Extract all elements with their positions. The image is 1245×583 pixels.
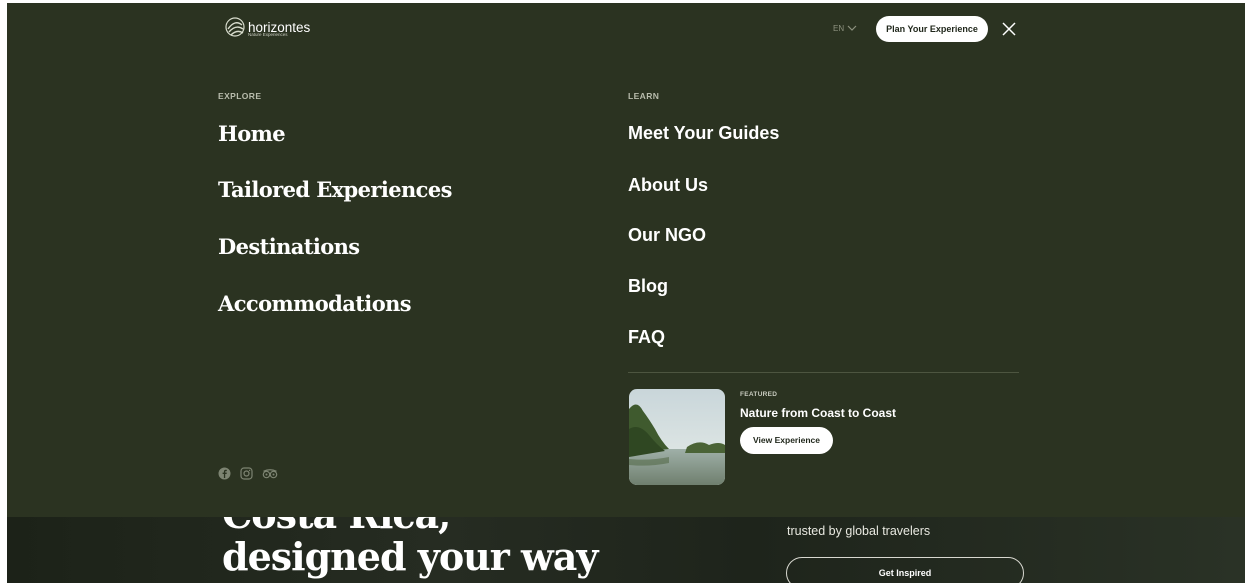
- plan-your-experience-button[interactable]: Plan Your Experience: [876, 16, 988, 42]
- close-icon[interactable]: [1002, 22, 1016, 36]
- explore-item-accommodations[interactable]: Accommodations: [218, 291, 412, 316]
- learn-item-our-ngo[interactable]: Our NGO: [628, 225, 706, 246]
- social-links: [218, 467, 278, 480]
- explore-heading: EXPLORE: [218, 91, 262, 101]
- logo[interactable]: horizontes Nature Experiences: [225, 17, 310, 37]
- logo-leaf-icon: [225, 17, 245, 37]
- learn-item-about-us[interactable]: About Us: [628, 175, 708, 196]
- get-inspired-button[interactable]: Get Inspired: [786, 557, 1024, 583]
- hero-subtitle: trusted by global travelers: [787, 524, 931, 538]
- featured-image[interactable]: [629, 389, 725, 485]
- nav-menu-overlay: horizontes Nature Experiences EN Plan Yo…: [7, 3, 1245, 517]
- view-experience-button[interactable]: View Experience: [740, 427, 833, 454]
- chevron-down-icon: [847, 25, 857, 31]
- logo-tagline: Nature Experiences: [248, 32, 288, 37]
- explore-item-destinations[interactable]: Destinations: [218, 234, 360, 259]
- facebook-icon[interactable]: [218, 467, 231, 480]
- learn-item-faq[interactable]: FAQ: [628, 327, 665, 348]
- explore-item-tailored-experiences[interactable]: Tailored Experiences: [218, 177, 452, 202]
- explore-item-home[interactable]: Home: [218, 121, 286, 146]
- learn-item-blog[interactable]: Blog: [628, 276, 668, 297]
- divider: [628, 372, 1019, 373]
- featured-title[interactable]: Nature from Coast to Coast: [740, 406, 896, 420]
- river-landscape-image: [629, 389, 725, 485]
- learn-heading: LEARN: [628, 91, 660, 101]
- language-selector[interactable]: EN: [833, 24, 857, 33]
- featured-label: FEATURED: [740, 391, 778, 398]
- language-label: EN: [833, 24, 845, 33]
- instagram-icon[interactable]: [240, 467, 253, 480]
- tripadvisor-icon[interactable]: [262, 467, 278, 480]
- learn-item-meet-your-guides[interactable]: Meet Your Guides: [628, 123, 779, 144]
- hero-title-line2: designed your way: [222, 534, 598, 579]
